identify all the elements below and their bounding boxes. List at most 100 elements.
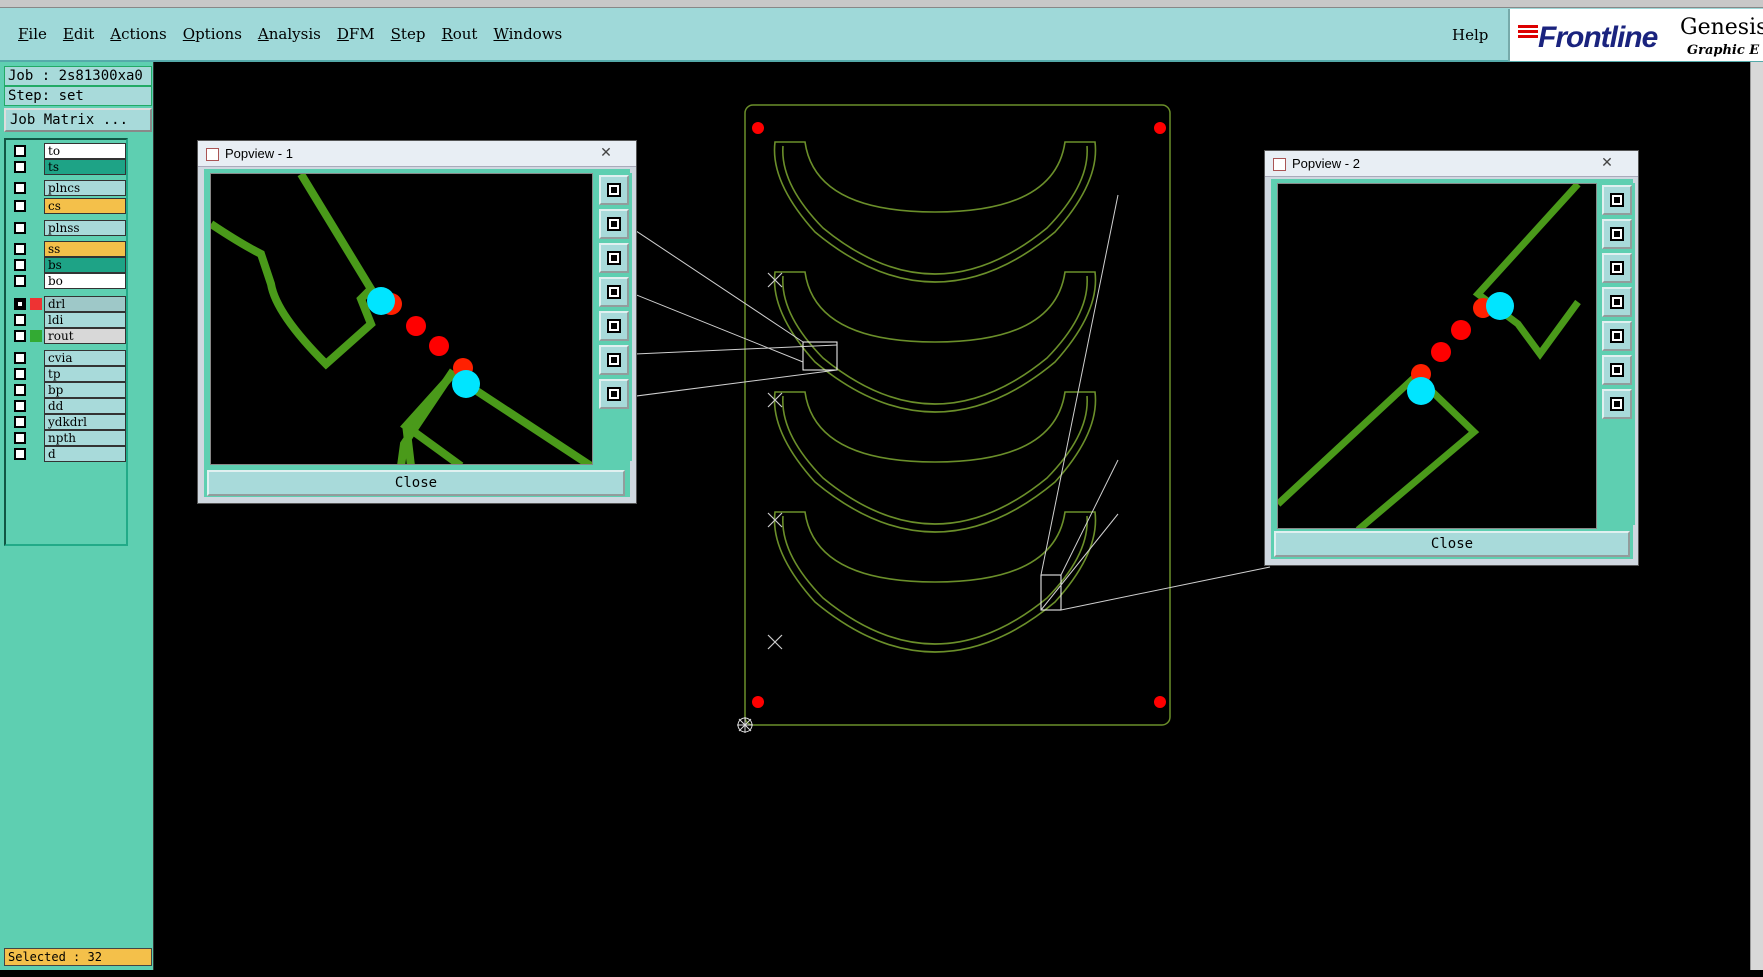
layer-row-plnss[interactable]: plnss	[8, 220, 126, 236]
menu-windows[interactable]: Windows	[485, 25, 570, 43]
layer-name[interactable]: dd	[44, 398, 126, 414]
popview-2-window: Popview - 2 ✕ Close	[1264, 150, 1639, 566]
pan-up-button[interactable]	[599, 209, 629, 239]
close-icon[interactable]: ✕	[1587, 154, 1627, 172]
layer-checkbox[interactable]	[14, 384, 26, 396]
layer-row-ydkdrl[interactable]: ydkdrl	[8, 414, 126, 430]
layer-checkbox[interactable]	[14, 416, 26, 428]
layer-name[interactable]: npth	[44, 430, 126, 446]
layer-name[interactable]: to	[44, 143, 126, 159]
layer-checkbox[interactable]	[14, 222, 26, 234]
layer-name[interactable]: bo	[44, 273, 126, 289]
layer-name[interactable]: bp	[44, 382, 126, 398]
layer-checkbox[interactable]	[14, 200, 26, 212]
zoom-in-icon	[1610, 363, 1624, 377]
menu-edit[interactable]: Edit	[55, 25, 102, 43]
layer-checkbox[interactable]	[14, 314, 26, 326]
layer-name[interactable]: plnss	[44, 220, 126, 236]
zoom-in-button[interactable]	[1602, 355, 1632, 385]
layer-checkbox[interactable]	[14, 161, 26, 173]
popview-1-viewport[interactable]	[210, 173, 593, 465]
pan-down-button[interactable]	[599, 243, 629, 273]
zoom-out-icon	[607, 387, 621, 401]
menu-help[interactable]: Help	[1452, 26, 1488, 44]
vertical-scrollbar[interactable]	[1750, 62, 1763, 970]
layer-row-drl[interactable]: drl	[8, 296, 126, 312]
fit-view-button[interactable]	[599, 175, 629, 205]
layer-name[interactable]: bs	[44, 257, 126, 273]
layer-row-ts[interactable]: ts	[8, 159, 126, 175]
menu-options[interactable]: Options	[175, 25, 250, 43]
fit-view-button[interactable]	[1602, 185, 1632, 215]
layer-name[interactable]: rout	[44, 328, 126, 344]
menu-rout[interactable]: Rout	[433, 25, 485, 43]
layer-checkbox[interactable]	[14, 448, 26, 460]
pan-right-button[interactable]	[599, 311, 629, 341]
zoom-in-button[interactable]	[599, 345, 629, 375]
popview-1-close-button[interactable]: Close	[207, 470, 625, 496]
layer-name[interactable]: ydkdrl	[44, 414, 126, 430]
layer-row-rout[interactable]: rout	[8, 328, 126, 344]
layer-name[interactable]: drl	[44, 296, 126, 312]
menu-dfm[interactable]: DFM	[329, 25, 383, 43]
via-pad	[452, 370, 480, 398]
pcb-unit-3	[773, 391, 1097, 533]
layer-checkbox[interactable]	[14, 352, 26, 364]
popview-2-viewport[interactable]	[1277, 183, 1597, 529]
pan-up-button[interactable]	[1602, 219, 1632, 249]
layer-row-dd[interactable]: dd	[8, 398, 126, 414]
window-icon	[206, 148, 219, 161]
menu-step[interactable]: Step	[383, 25, 434, 43]
layer-checkbox[interactable]	[14, 145, 26, 157]
layer-checkbox[interactable]	[14, 243, 26, 255]
fiducial-pad	[752, 122, 764, 134]
layer-row-bo[interactable]: bo	[8, 273, 126, 289]
layer-checkbox[interactable]	[14, 275, 26, 287]
pan-left-button[interactable]	[599, 277, 629, 307]
zoom-out-button[interactable]	[1602, 389, 1632, 419]
popview-1-window: Popview - 1 ✕ Close	[197, 140, 637, 504]
menu-file[interactable]: File	[10, 25, 55, 43]
layer-row-d[interactable]: d	[8, 446, 126, 462]
pan-right-button[interactable]	[1602, 321, 1632, 351]
layer-row-cs[interactable]: cs	[8, 198, 126, 214]
popview-1-titlebar[interactable]: Popview - 1 ✕	[198, 141, 636, 167]
layer-row-plncs[interactable]: plncs	[8, 180, 126, 196]
layer-name[interactable]: tp	[44, 366, 126, 382]
zoom-out-button[interactable]	[599, 379, 629, 409]
layer-row-ldi[interactable]: ldi	[8, 312, 126, 328]
layer-row-bp[interactable]: bp	[8, 382, 126, 398]
layer-checkbox[interactable]	[14, 368, 26, 380]
pan-left-button[interactable]	[1602, 287, 1632, 317]
menu-analysis[interactable]: Analysis	[250, 25, 329, 43]
layer-name[interactable]: cvia	[44, 350, 126, 366]
pan-right-icon	[607, 319, 621, 333]
layer-name[interactable]: ldi	[44, 312, 126, 328]
pan-down-button[interactable]	[1602, 253, 1632, 283]
layer-row-to[interactable]: to	[8, 143, 126, 159]
layer-checkbox[interactable]	[14, 298, 26, 310]
popview-2-graphic	[1278, 184, 1581, 528]
layer-row-ss[interactable]: ss	[8, 241, 126, 257]
layer-name[interactable]: d	[44, 446, 126, 462]
layer-name[interactable]: plncs	[44, 180, 126, 196]
layer-checkbox[interactable]	[14, 259, 26, 271]
layer-checkbox[interactable]	[14, 400, 26, 412]
job-matrix-button[interactable]: Job Matrix ...	[4, 108, 152, 132]
fiducial-pad	[1154, 122, 1166, 134]
layer-checkbox[interactable]	[14, 330, 26, 342]
layer-row-cvia[interactable]: cvia	[8, 350, 126, 366]
popview-2-titlebar[interactable]: Popview - 2 ✕	[1265, 151, 1638, 177]
layer-name[interactable]: ts	[44, 159, 126, 175]
popview-2-close-button[interactable]: Close	[1274, 531, 1630, 557]
layer-row-npth[interactable]: npth	[8, 430, 126, 446]
layer-name[interactable]: cs	[44, 198, 126, 214]
menu-actions[interactable]: Actions	[102, 25, 174, 43]
layer-name[interactable]: ss	[44, 241, 126, 257]
layer-row-tp[interactable]: tp	[8, 366, 126, 382]
layer-checkbox[interactable]	[14, 432, 26, 444]
layer-checkbox[interactable]	[14, 182, 26, 194]
close-icon[interactable]: ✕	[586, 144, 626, 162]
pan-down-icon	[607, 251, 621, 265]
layer-row-bs[interactable]: bs	[8, 257, 126, 273]
